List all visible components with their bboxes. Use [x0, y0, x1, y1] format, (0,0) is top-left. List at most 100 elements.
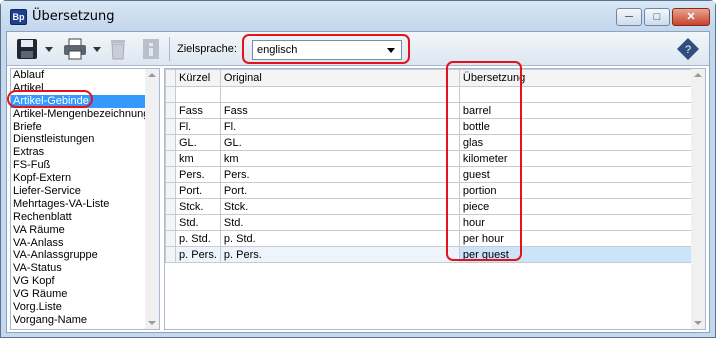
- original-cell[interactable]: [219, 86, 460, 103]
- original-cell[interactable]: Stck.: [219, 198, 460, 215]
- kuerzel-cell[interactable]: GL.: [175, 134, 221, 151]
- window-client-area: Zielsprache: englisch ? Ablauf Artikel Art…: [6, 31, 710, 333]
- row-header-cell[interactable]: [165, 230, 176, 247]
- column-header-kuerzel[interactable]: Kürzel: [175, 69, 221, 87]
- original-cell[interactable]: Std.: [219, 214, 460, 231]
- kuerzel-cell[interactable]: Fass: [175, 102, 221, 119]
- translation-grid-panel: Kürzel Original Übersetzung Fass Fass barr…: [164, 68, 706, 330]
- category-list-item[interactable]: VG Kopf: [11, 275, 146, 288]
- table-row[interactable]: GL. GL. glas: [165, 134, 699, 151]
- row-header-cell[interactable]: [165, 134, 176, 151]
- title-bar[interactable]: Bp Übersetzung ─ □ ✕: [1, 1, 715, 31]
- row-header-cell[interactable]: [165, 86, 176, 103]
- print-options-dropdown[interactable]: [91, 37, 103, 61]
- kuerzel-cell[interactable]: p. Pers.: [175, 246, 221, 263]
- column-header-original[interactable]: Original: [219, 69, 460, 87]
- original-cell[interactable]: Pers.: [219, 166, 460, 183]
- delete-button[interactable]: [107, 37, 129, 61]
- kuerzel-cell[interactable]: Port.: [175, 182, 221, 199]
- original-cell[interactable]: Fl.: [219, 118, 460, 135]
- original-cell[interactable]: Fass: [219, 102, 460, 119]
- help-book-icon: ?: [677, 38, 699, 60]
- maximize-button[interactable]: □: [644, 8, 670, 26]
- row-header-cell[interactable]: [165, 150, 176, 167]
- original-cell[interactable]: km: [219, 150, 460, 167]
- category-list-item[interactable]: VA-Status: [11, 262, 146, 275]
- row-header-cell[interactable]: [165, 214, 176, 231]
- minimize-button[interactable]: ─: [616, 8, 642, 26]
- category-list-item[interactable]: Artikel-Mengenbezeichnung: [11, 108, 149, 121]
- toolbar-separator: [169, 37, 170, 61]
- category-list-item[interactable]: Extras: [11, 146, 146, 159]
- category-list-item[interactable]: Dienstleistungen: [11, 133, 146, 146]
- category-list-item[interactable]: Ablauf: [11, 69, 146, 82]
- kuerzel-cell[interactable]: p. Std.: [175, 230, 221, 247]
- translation-cell[interactable]: per guest: [458, 246, 699, 263]
- kuerzel-cell[interactable]: km: [175, 150, 221, 167]
- category-list-scrollbar[interactable]: [145, 69, 159, 329]
- original-cell[interactable]: Port.: [219, 182, 460, 199]
- save-options-dropdown[interactable]: [43, 37, 55, 61]
- table-row[interactable]: Std. Std. hour: [165, 214, 699, 231]
- translation-cell[interactable]: per hour: [458, 230, 699, 247]
- table-row[interactable]: Stck. Stck. piece: [165, 198, 699, 215]
- help-button[interactable]: ?: [676, 37, 700, 61]
- save-button[interactable]: [15, 37, 39, 61]
- original-cell[interactable]: p. Pers.: [219, 246, 460, 263]
- category-list-item[interactable]: Liefer-Service: [11, 185, 146, 198]
- category-list-item[interactable]: Vorg.Liste: [11, 301, 146, 314]
- row-header-cell[interactable]: [165, 166, 176, 183]
- info-button[interactable]: [141, 37, 161, 61]
- category-list-item[interactable]: VA-Anlass: [11, 237, 146, 250]
- close-button[interactable]: ✕: [672, 8, 710, 26]
- kuerzel-cell[interactable]: Pers.: [175, 166, 221, 183]
- translation-cell[interactable]: bottle: [458, 118, 699, 135]
- category-list-item[interactable]: VA Räume: [11, 224, 146, 237]
- table-row[interactable]: p. Std. p. Std. per hour: [165, 230, 699, 247]
- kuerzel-cell[interactable]: Fl.: [175, 118, 221, 135]
- translation-cell[interactable]: [458, 86, 699, 103]
- row-header-cell[interactable]: [165, 118, 176, 135]
- row-header-cell[interactable]: [165, 198, 176, 215]
- translation-cell[interactable]: portion: [458, 182, 699, 199]
- chevron-down-icon: [387, 48, 395, 53]
- category-list-item[interactable]: Vorgang-Name: [11, 314, 146, 327]
- table-row[interactable]: Port. Port. portion: [165, 182, 699, 199]
- category-list-item[interactable]: Mehrtages-VA-Liste: [11, 198, 146, 211]
- print-button[interactable]: [62, 37, 88, 61]
- original-cell[interactable]: GL.: [219, 134, 460, 151]
- grid-scrollbar[interactable]: [691, 69, 705, 329]
- original-cell[interactable]: p. Std.: [219, 230, 460, 247]
- category-list-item[interactable]: Kopf-Extern: [11, 172, 146, 185]
- translation-cell[interactable]: glas: [458, 134, 699, 151]
- translation-cell[interactable]: barrel: [458, 102, 699, 119]
- column-header-uebersetzung[interactable]: Übersetzung: [458, 69, 699, 87]
- translation-cell[interactable]: hour: [458, 214, 699, 231]
- chevron-down-icon: [45, 47, 53, 52]
- table-row[interactable]: [165, 86, 699, 103]
- category-list-item[interactable]: Briefe: [11, 121, 146, 134]
- category-list-item[interactable]: VA-Anlassgruppe: [11, 249, 146, 262]
- row-header-cell[interactable]: [165, 246, 176, 263]
- kuerzel-cell[interactable]: Std.: [175, 214, 221, 231]
- table-row[interactable]: Fl. Fl. bottle: [165, 118, 699, 135]
- table-row[interactable]: Pers. Pers. guest: [165, 166, 699, 183]
- category-list-item[interactable]: Artikel: [11, 82, 146, 95]
- category-list-item[interactable]: Rechenblatt: [11, 211, 146, 224]
- category-list-item[interactable]: Artikel-Gebinde: [11, 94, 146, 108]
- translation-cell[interactable]: guest: [458, 166, 699, 183]
- grid-corner-cell: [165, 69, 176, 87]
- category-list-item[interactable]: VG Räume: [11, 288, 146, 301]
- category-list[interactable]: Ablauf Artikel Artikel-Gebinde Artikel-Meng…: [11, 69, 149, 327]
- translation-cell[interactable]: kilometer: [458, 150, 699, 167]
- target-language-select[interactable]: englisch: [252, 40, 402, 60]
- row-header-cell[interactable]: [165, 182, 176, 199]
- table-row[interactable]: Fass Fass barrel: [165, 102, 699, 119]
- table-row[interactable]: km km kilometer: [165, 150, 699, 167]
- category-list-item[interactable]: FS-Fuß: [11, 159, 146, 172]
- kuerzel-cell[interactable]: Stck.: [175, 198, 221, 215]
- table-row[interactable]: p. Pers. p. Pers. per guest: [165, 246, 699, 263]
- kuerzel-cell[interactable]: [175, 86, 221, 103]
- row-header-cell[interactable]: [165, 102, 176, 119]
- translation-cell[interactable]: piece: [458, 198, 699, 215]
